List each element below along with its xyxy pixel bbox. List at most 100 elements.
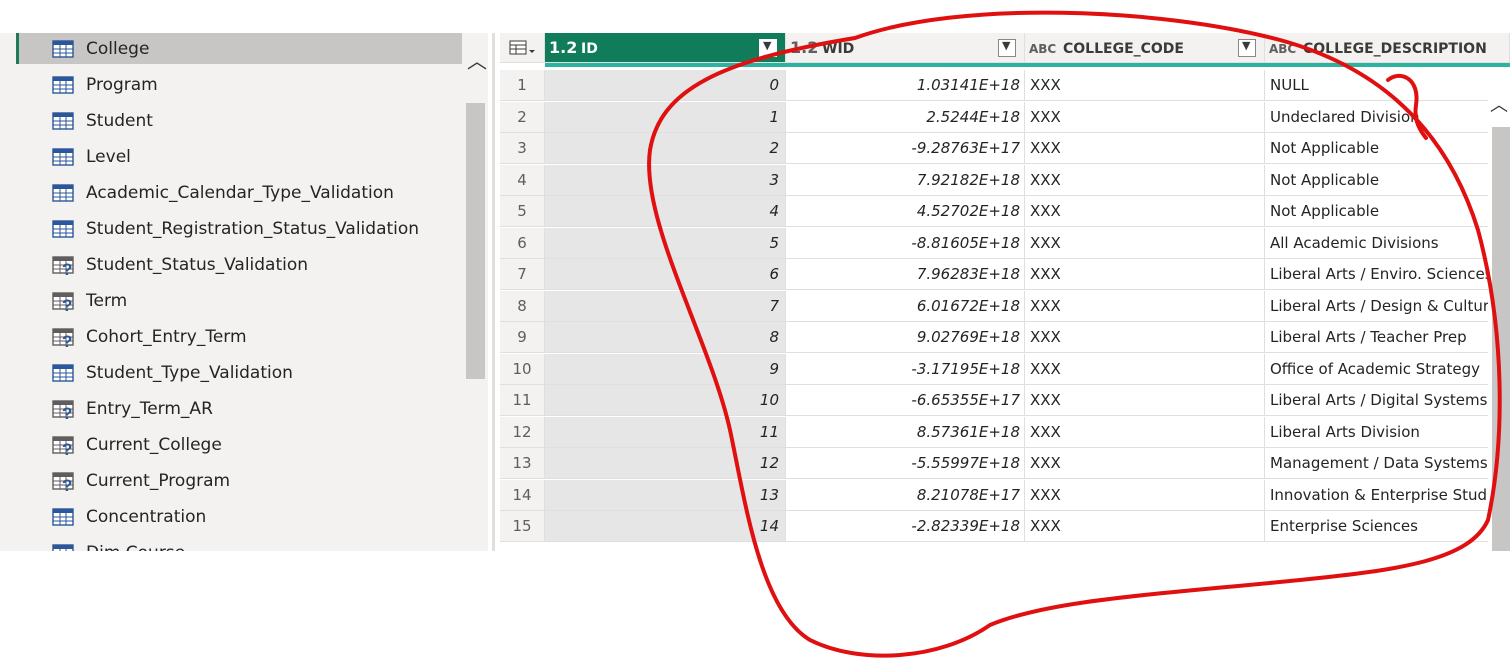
query-item[interactable]: Dim Course	[16, 537, 462, 551]
cell-college-description[interactable]: Liberal Arts / Enviro. Sciences	[1265, 259, 1510, 290]
row-number[interactable]: 14	[500, 480, 545, 511]
query-item[interactable]: ? Student_Status_Validation	[16, 249, 462, 280]
query-item[interactable]: ? Cohort_Entry_Term	[16, 321, 462, 352]
grid-vertical-scrollbar[interactable]: ︿	[1488, 67, 1510, 551]
query-item[interactable]: Student_Type_Validation	[16, 357, 462, 388]
row-number[interactable]: 5	[500, 196, 545, 227]
row-number[interactable]: 11	[500, 385, 545, 416]
column-header-college-code[interactable]: ABC COLLEGE_CODE ▼	[1025, 33, 1265, 63]
cell-college-description[interactable]: Liberal Arts / Design & Culture	[1265, 291, 1510, 322]
row-number[interactable]: 9	[500, 322, 545, 353]
scroll-thumb[interactable]	[466, 103, 485, 379]
column-header-id[interactable]: 1.2 ID ▼	[545, 33, 786, 63]
pane-splitter[interactable]	[492, 33, 495, 551]
query-item[interactable]: ? Entry_Term_AR	[16, 393, 462, 424]
column-header-wid[interactable]: 1.2 WID ▼	[786, 33, 1025, 63]
column-filter-dropdown[interactable]: ▼	[759, 39, 777, 57]
cell-wid[interactable]: 7.96283E+18	[786, 259, 1025, 290]
cell-college-code[interactable]: XXX	[1025, 165, 1265, 196]
cell-wid[interactable]: -3.17195E+18	[786, 354, 1025, 385]
column-header-college-description[interactable]: ABC COLLEGE_DESCRIPTION	[1265, 33, 1510, 63]
cell-college-description[interactable]: Enterprise Sciences	[1265, 511, 1510, 542]
cell-wid[interactable]: 6.01672E+18	[786, 291, 1025, 322]
cell-college-code[interactable]: XXX	[1025, 354, 1265, 385]
query-item[interactable]: ? Current_Program	[16, 465, 462, 496]
row-number[interactable]: 2	[500, 102, 545, 133]
cell-college-description[interactable]: Innovation & Enterprise Studies	[1265, 480, 1510, 511]
cell-id[interactable]: 3	[545, 165, 786, 196]
query-item[interactable]: Program	[16, 69, 462, 100]
cell-college-code[interactable]: XXX	[1025, 259, 1265, 290]
cell-id[interactable]: 8	[545, 322, 786, 353]
cell-id[interactable]: 9	[545, 354, 786, 385]
row-number[interactable]: 3	[500, 133, 545, 164]
row-number[interactable]: 8	[500, 291, 545, 322]
query-item[interactable]: Level	[16, 141, 462, 172]
text-type-icon[interactable]: ABC	[1029, 42, 1056, 56]
cell-id[interactable]: 1	[545, 102, 786, 133]
cell-id[interactable]: 13	[545, 480, 786, 511]
cell-wid[interactable]: 2.5244E+18	[786, 102, 1025, 133]
cell-college-description[interactable]: All Academic Divisions	[1265, 228, 1510, 259]
cell-college-code[interactable]: XXX	[1025, 70, 1265, 101]
cell-id[interactable]: 7	[545, 291, 786, 322]
column-filter-dropdown[interactable]: ▼	[998, 39, 1016, 57]
query-item[interactable]: Academic_Calendar_Type_Validation	[16, 177, 462, 208]
cell-college-code[interactable]: XXX	[1025, 196, 1265, 227]
cell-college-code[interactable]: XXX	[1025, 511, 1265, 542]
cell-wid[interactable]: 4.52702E+18	[786, 196, 1025, 227]
cell-college-description[interactable]: Undeclared Division	[1265, 102, 1510, 133]
cell-college-description[interactable]: Management / Data Systems	[1265, 448, 1510, 479]
row-number[interactable]: 1	[500, 70, 545, 101]
cell-id[interactable]: 4	[545, 196, 786, 227]
cell-college-code[interactable]: XXX	[1025, 385, 1265, 416]
cell-college-description[interactable]: Liberal Arts Division	[1265, 417, 1510, 448]
cell-id[interactable]: 14	[545, 511, 786, 542]
row-number[interactable]: 15	[500, 511, 545, 542]
scroll-up-icon[interactable]: ︿	[467, 51, 487, 71]
cell-college-code[interactable]: XXX	[1025, 448, 1265, 479]
cell-college-description[interactable]: Not Applicable	[1265, 165, 1510, 196]
row-number[interactable]: 4	[500, 165, 545, 196]
text-type-icon[interactable]: ABC	[1269, 42, 1296, 56]
query-item[interactable]: Student_Registration_Status_Validation	[16, 213, 462, 244]
query-item[interactable]: ? Current_College	[16, 429, 462, 460]
cell-wid[interactable]: 1.03141E+18	[786, 70, 1025, 101]
row-number[interactable]: 10	[500, 354, 545, 385]
cell-id[interactable]: 11	[545, 417, 786, 448]
cell-wid[interactable]: 9.02769E+18	[786, 322, 1025, 353]
query-item[interactable]: ? Term	[16, 285, 462, 316]
cell-wid[interactable]: -5.55997E+18	[786, 448, 1025, 479]
table-menu-button[interactable]	[500, 33, 545, 63]
cell-college-code[interactable]: XXX	[1025, 228, 1265, 259]
cell-college-description[interactable]: Liberal Arts / Digital Systems	[1265, 385, 1510, 416]
cell-college-description[interactable]: Liberal Arts / Teacher Prep	[1265, 322, 1510, 353]
cell-wid[interactable]: -8.81605E+18	[786, 228, 1025, 259]
queries-scrollbar[interactable]: ︿	[463, 33, 488, 551]
cell-college-description[interactable]: Not Applicable	[1265, 196, 1510, 227]
cell-id[interactable]: 12	[545, 448, 786, 479]
cell-id[interactable]: 10	[545, 385, 786, 416]
decimal-type-icon[interactable]: 1.2	[549, 38, 577, 57]
cell-college-code[interactable]: XXX	[1025, 102, 1265, 133]
cell-wid[interactable]: 8.21078E+17	[786, 480, 1025, 511]
cell-college-code[interactable]: XXX	[1025, 417, 1265, 448]
cell-wid[interactable]: 8.57361E+18	[786, 417, 1025, 448]
decimal-type-icon[interactable]: 1.2	[790, 38, 818, 57]
cell-id[interactable]: 0	[545, 70, 786, 101]
cell-college-description[interactable]: Not Applicable	[1265, 133, 1510, 164]
scroll-up-icon[interactable]: ︿	[1490, 91, 1508, 117]
cell-college-description[interactable]: NULL	[1265, 70, 1510, 101]
scroll-thumb[interactable]	[1492, 127, 1510, 551]
cell-college-code[interactable]: XXX	[1025, 322, 1265, 353]
cell-college-code[interactable]: XXX	[1025, 480, 1265, 511]
query-item[interactable]: College	[16, 33, 462, 64]
row-number[interactable]: 6	[500, 228, 545, 259]
query-item[interactable]: Student	[16, 105, 462, 136]
cell-id[interactable]: 6	[545, 259, 786, 290]
cell-wid[interactable]: -2.82339E+18	[786, 511, 1025, 542]
cell-college-description[interactable]: Office of Academic Strategy	[1265, 354, 1510, 385]
row-number[interactable]: 12	[500, 417, 545, 448]
cell-college-code[interactable]: XXX	[1025, 133, 1265, 164]
row-number[interactable]: 7	[500, 259, 545, 290]
